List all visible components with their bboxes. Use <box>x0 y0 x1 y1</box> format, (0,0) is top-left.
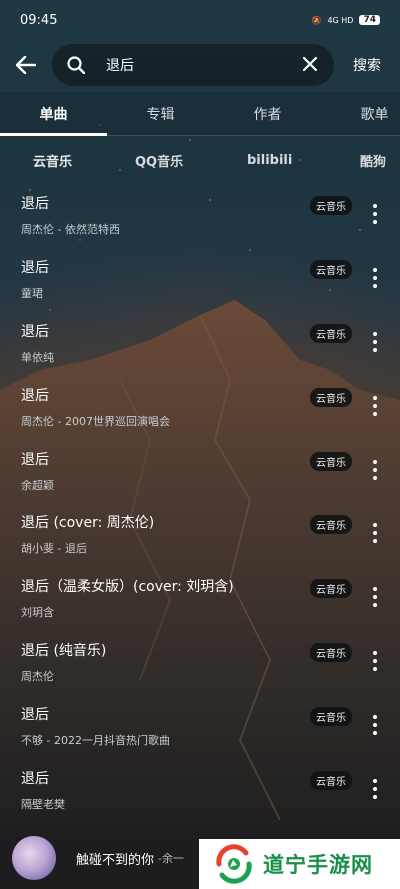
tab-artists[interactable]: 作者 <box>214 92 321 135</box>
more-options-icon[interactable] <box>368 649 382 673</box>
album-cover[interactable] <box>12 836 56 880</box>
search-input[interactable]: 退后 <box>88 55 298 75</box>
more-options-icon[interactable] <box>368 202 382 226</box>
song-title: 退后 <box>21 196 49 212</box>
source-badge: 云音乐 <box>310 323 352 343</box>
song-title: 退后 (cover: 周杰伦) <box>21 515 155 532</box>
mute-icon: 🔕 <box>311 15 322 25</box>
list-item[interactable]: 退后 余超颖 云音乐 <box>0 438 400 502</box>
source-badge: 云音乐 <box>310 771 352 791</box>
song-subtitle: 不够 - 2022一月抖音热门歌曲 <box>21 734 170 748</box>
list-item[interactable]: 退后 不够 - 2022一月抖音热门歌曲 云音乐 <box>0 693 400 757</box>
more-options-icon[interactable] <box>368 521 382 545</box>
list-item[interactable]: 退后 周杰伦 - 依然范特西 云音乐 <box>0 182 400 246</box>
site-logo-icon <box>216 844 252 884</box>
status-bar: 09:45 🔕 4G HD 74 <box>0 0 400 40</box>
more-options-icon[interactable] <box>368 585 382 609</box>
song-title: 退后 (纯音乐) <box>21 643 107 660</box>
source-badge: 云音乐 <box>310 515 352 535</box>
list-item[interactable]: 退后 单依纯 云音乐 <box>0 310 400 374</box>
song-subtitle: 隔壁老樊 <box>21 798 65 812</box>
list-item[interactable]: 退后（温柔女版）(cover: 刘玥含) 刘玥含 云音乐 <box>0 565 400 629</box>
more-options-icon[interactable] <box>368 330 382 354</box>
battery-indicator: 74 <box>359 15 380 25</box>
list-item[interactable]: 退后 童珺 云音乐 <box>0 246 400 310</box>
source-badge: 云音乐 <box>310 259 352 279</box>
watermark-text: 道宁手游网 <box>263 853 373 877</box>
more-options-icon[interactable] <box>368 458 382 482</box>
song-list: 退后 周杰伦 - 依然范特西 云音乐 退后 童珺 云音乐 退后 单依纯 云音乐 … <box>0 182 400 821</box>
more-options-icon[interactable] <box>368 713 382 737</box>
song-subtitle: 周杰伦 - 依然范特西 <box>21 223 120 236</box>
back-button[interactable] <box>0 43 52 87</box>
source-badge: 云音乐 <box>310 387 352 407</box>
search-bar: 退后 搜索 <box>0 40 400 90</box>
search-icon <box>64 56 88 74</box>
more-options-icon[interactable] <box>368 266 382 290</box>
source-selector: 云音乐 QQ音乐 bilibili 酷狗 <box>0 140 400 180</box>
watermark: 道宁手游网 <box>199 839 400 889</box>
list-item[interactable]: 退后 (纯音乐) 周杰伦 云音乐 <box>0 629 400 693</box>
song-title: 退后 <box>21 323 49 340</box>
now-playing-title: 触碰不到的你 <box>76 852 155 868</box>
song-title: 退后 <box>21 387 49 404</box>
more-options-icon[interactable] <box>368 777 382 801</box>
tab-singles[interactable]: 单曲 <box>0 92 107 136</box>
more-options-icon[interactable] <box>368 394 382 418</box>
source-qq[interactable]: QQ音乐 <box>135 151 183 170</box>
song-subtitle: 单依纯 <box>21 350 54 364</box>
song-title: 退后 <box>21 707 49 724</box>
song-subtitle: 余超颖 <box>21 478 54 492</box>
song-title: 退后 <box>21 259 49 276</box>
list-item[interactable]: 退后 周杰伦 - 2007世界巡回演唱会 云音乐 <box>0 374 400 438</box>
status-time: 09:45 <box>20 12 58 28</box>
source-badge: 云音乐 <box>310 579 352 599</box>
source-badge: 云音乐 <box>310 196 352 215</box>
source-badge: 云音乐 <box>310 451 352 471</box>
search-button[interactable]: 搜索 <box>334 55 400 75</box>
tab-albums[interactable]: 专辑 <box>107 92 214 135</box>
source-kugou[interactable]: 酷狗 <box>360 151 386 170</box>
source-netease[interactable]: 云音乐 <box>33 151 72 170</box>
song-subtitle: 周杰伦 - 2007世界巡回演唱会 <box>21 414 170 428</box>
now-playing-artist: -余一 <box>158 852 184 865</box>
list-item[interactable]: 退后 (cover: 周杰伦) 胡小斐 - 退后 云音乐 <box>0 501 400 565</box>
song-title: 退后（温柔女版）(cover: 刘玥含) <box>21 579 234 596</box>
list-item[interactable]: 退后 隔壁老樊 云音乐 <box>0 757 400 821</box>
song-subtitle: 胡小斐 - 退后 <box>21 542 87 556</box>
song-title: 退后 <box>21 771 49 788</box>
song-subtitle: 周杰伦 <box>21 670 54 684</box>
tab-playlists[interactable]: 歌单 <box>321 92 400 135</box>
song-subtitle: 刘玥含 <box>21 606 54 620</box>
network-indicator: 4G HD <box>327 15 354 25</box>
category-tabs: 单曲 专辑 作者 歌单 <box>0 92 400 136</box>
status-icons: 🔕 4G HD 74 <box>311 15 380 25</box>
source-bilibili[interactable]: bilibili <box>247 153 292 168</box>
clear-icon[interactable] <box>298 53 322 77</box>
song-title: 退后 <box>21 451 49 468</box>
source-badge: 云音乐 <box>310 643 352 663</box>
arrow-left-icon <box>16 56 36 74</box>
song-subtitle: 童珺 <box>21 286 43 300</box>
search-field[interactable]: 退后 <box>52 44 334 86</box>
source-badge: 云音乐 <box>310 707 352 727</box>
